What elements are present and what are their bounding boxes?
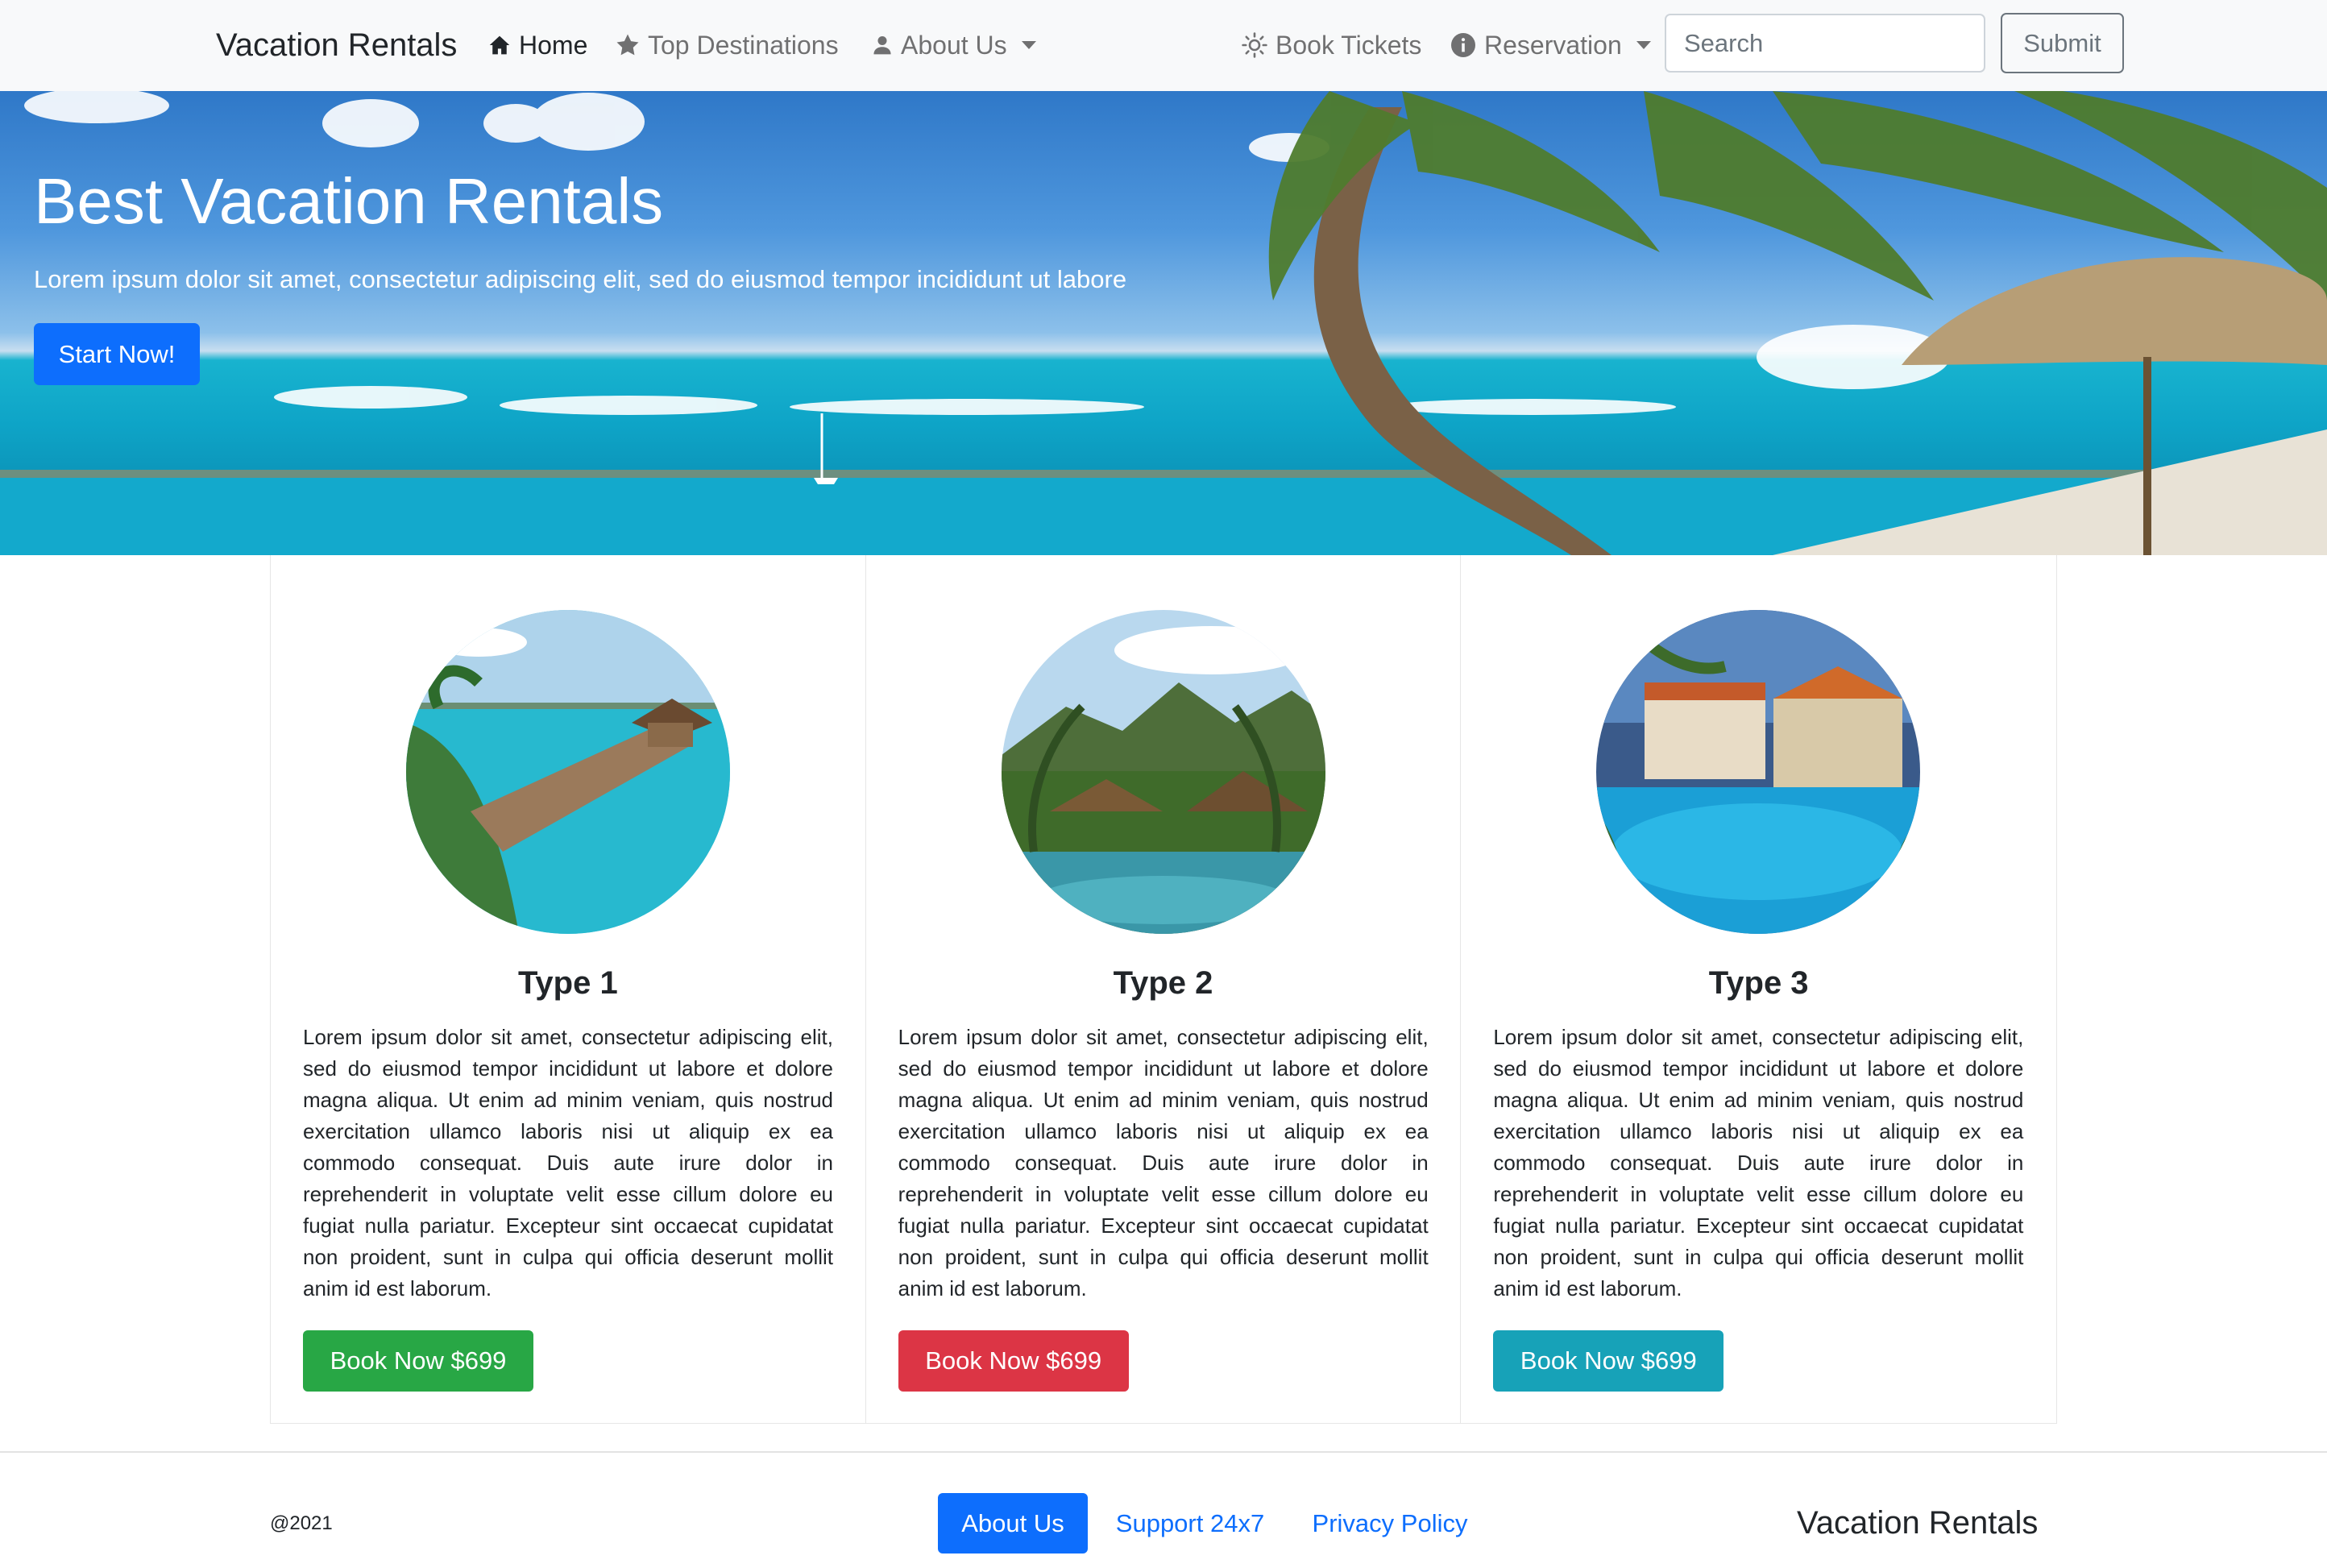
- chevron-down-icon: [1021, 41, 1036, 49]
- rental-card-type-1: Type 1 Lorem ipsum dolor sit amet, conse…: [271, 555, 866, 1423]
- hero-title: Best Vacation Rentals: [34, 165, 664, 237]
- search-input[interactable]: [1665, 14, 1985, 73]
- footer-link-about-us[interactable]: About Us: [938, 1493, 1088, 1553]
- nav-item-label: Top Destinations: [648, 30, 839, 60]
- card-title: Type 3: [1708, 965, 1809, 1001]
- rental-card-type-2: Type 2 Lorem ipsum dolor sit amet, conse…: [866, 555, 1462, 1423]
- person-icon: [873, 35, 891, 55]
- chevron-down-icon: [1636, 41, 1651, 49]
- nav-item-label: Book Tickets: [1275, 30, 1422, 60]
- rental-card-type-3: Type 3 Lorem ipsum dolor sit amet, conse…: [1461, 555, 2056, 1423]
- nav-item-label: Home: [519, 30, 588, 60]
- book-now-button-type-1[interactable]: Book Now $699: [303, 1330, 533, 1392]
- nav-item-reservation[interactable]: Reservation: [1450, 23, 1651, 68]
- book-now-button-type-2[interactable]: Book Now $699: [898, 1330, 1129, 1392]
- rental-cards: Type 1 Lorem ipsum dolor sit amet, conse…: [270, 555, 2057, 1424]
- footer-brand[interactable]: Vacation Rentals: [1797, 1500, 2038, 1545]
- navbar: Vacation Rentals Home Top Destinations A…: [0, 0, 2327, 91]
- star-icon: [616, 34, 639, 56]
- card-image-type-1: [406, 610, 730, 934]
- search-submit-button[interactable]: Submit: [2001, 13, 2124, 73]
- start-now-button[interactable]: Start Now!: [34, 323, 200, 385]
- card-text: Lorem ipsum dolor sit amet, consectetur …: [898, 1025, 1429, 1300]
- card-image-type-3: [1596, 610, 1921, 934]
- nav-item-top-destinations[interactable]: Top Destinations: [616, 23, 839, 68]
- info-circle-icon: [1451, 33, 1475, 57]
- nav-item-label: About Us: [901, 30, 1007, 60]
- sun-icon: [1242, 32, 1267, 58]
- card-title: Type 2: [1113, 965, 1213, 1001]
- card-text: Lorem ipsum dolor sit amet, consectetur …: [1493, 1025, 2024, 1300]
- hero-subtitle: Lorem ipsum dolor sit amet, consectetur …: [34, 265, 1127, 293]
- navbar-brand[interactable]: Vacation Rentals: [216, 23, 457, 68]
- book-now-button-type-3[interactable]: Book Now $699: [1493, 1330, 1724, 1392]
- nav-item-book-tickets[interactable]: Book Tickets: [1242, 23, 1421, 68]
- nav-item-label: Reservation: [1484, 30, 1622, 60]
- nav-item-home[interactable]: Home: [488, 23, 587, 68]
- house-icon: [489, 35, 510, 55]
- footer-divider: [0, 1451, 2327, 1453]
- card-image-type-2: [1001, 610, 1325, 934]
- card-text: Lorem ipsum dolor sit amet, consectetur …: [303, 1025, 833, 1300]
- footer-link-support[interactable]: Support 24x7: [1097, 1493, 1283, 1553]
- footer-link-privacy-policy[interactable]: Privacy Policy: [1297, 1493, 1483, 1553]
- hero-banner: Best Vacation Rentals Lorem ipsum dolor …: [0, 91, 2327, 555]
- card-title: Type 1: [517, 965, 618, 1001]
- beach-scene-image: [0, 91, 2327, 555]
- footer-copyright: @2021: [270, 1512, 333, 1534]
- nav-item-about-us[interactable]: About Us: [872, 23, 1036, 68]
